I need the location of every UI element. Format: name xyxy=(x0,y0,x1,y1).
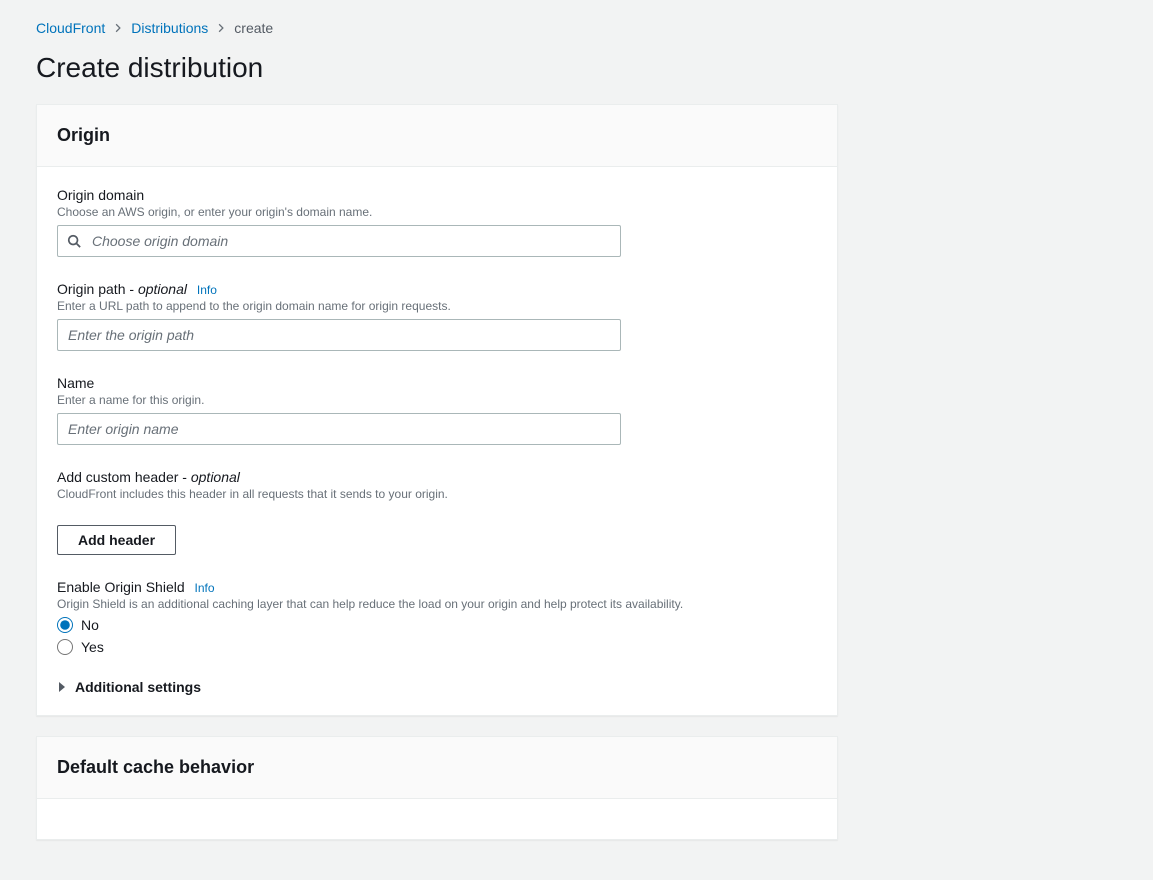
add-header-button[interactable]: Add header xyxy=(57,525,176,555)
origin-shield-field: Enable Origin Shield Info Origin Shield … xyxy=(57,579,817,655)
search-icon xyxy=(67,234,81,248)
origin-panel-title: Origin xyxy=(57,125,817,146)
additional-settings-toggle[interactable]: Additional settings xyxy=(57,679,817,695)
chevron-right-icon xyxy=(113,23,123,33)
breadcrumb-link-cloudfront[interactable]: CloudFront xyxy=(36,20,105,36)
origin-path-label-text: Origin path - xyxy=(57,281,138,297)
custom-header-optional-text: optional xyxy=(191,469,240,485)
origin-shield-radio-no-input[interactable] xyxy=(57,617,73,633)
origin-domain-input[interactable] xyxy=(57,225,621,257)
origin-shield-label-text: Enable Origin Shield xyxy=(57,579,185,595)
origin-path-optional-text: optional xyxy=(138,281,187,297)
origin-path-desc: Enter a URL path to append to the origin… xyxy=(57,299,817,313)
cache-behavior-panel-header: Default cache behavior xyxy=(37,737,837,799)
origin-shield-radio-yes[interactable]: Yes xyxy=(57,639,817,655)
page-title: Create distribution xyxy=(36,52,1117,84)
breadcrumb: CloudFront Distributions create xyxy=(36,20,1117,36)
custom-header-label-text: Add custom header - xyxy=(57,469,191,485)
custom-header-field: Add custom header - optional CloudFront … xyxy=(57,469,817,555)
origin-path-field: Origin path - optional Info Enter a URL … xyxy=(57,281,817,351)
additional-settings-label: Additional settings xyxy=(75,679,201,695)
origin-name-field: Name Enter a name for this origin. xyxy=(57,375,817,445)
origin-path-label: Origin path - optional Info xyxy=(57,281,817,297)
origin-shield-radio-no-label: No xyxy=(81,617,99,633)
origin-name-desc: Enter a name for this origin. xyxy=(57,393,817,407)
breadcrumb-link-distributions[interactable]: Distributions xyxy=(131,20,208,36)
origin-panel-header: Origin xyxy=(37,105,837,167)
caret-right-icon xyxy=(57,682,67,692)
chevron-right-icon xyxy=(216,23,226,33)
cache-behavior-panel: Default cache behavior xyxy=(36,736,838,840)
origin-domain-desc: Choose an AWS origin, or enter your orig… xyxy=(57,205,817,219)
origin-shield-radio-yes-label: Yes xyxy=(81,639,104,655)
origin-shield-info-link[interactable]: Info xyxy=(195,581,215,595)
origin-shield-radio-no[interactable]: No xyxy=(57,617,817,633)
origin-path-input[interactable] xyxy=(57,319,621,351)
origin-shield-desc: Origin Shield is an additional caching l… xyxy=(57,597,817,611)
cache-behavior-panel-title: Default cache behavior xyxy=(57,757,817,778)
breadcrumb-current: create xyxy=(234,20,273,36)
origin-shield-radio-yes-input[interactable] xyxy=(57,639,73,655)
origin-domain-field: Origin domain Choose an AWS origin, or e… xyxy=(57,187,817,257)
origin-shield-label: Enable Origin Shield Info xyxy=(57,579,817,595)
origin-name-label: Name xyxy=(57,375,817,391)
origin-domain-label: Origin domain xyxy=(57,187,817,203)
origin-name-input[interactable] xyxy=(57,413,621,445)
custom-header-desc: CloudFront includes this header in all r… xyxy=(57,487,817,501)
origin-panel: Origin Origin domain Choose an AWS origi… xyxy=(36,104,838,716)
origin-path-info-link[interactable]: Info xyxy=(197,283,217,297)
custom-header-label: Add custom header - optional xyxy=(57,469,817,485)
